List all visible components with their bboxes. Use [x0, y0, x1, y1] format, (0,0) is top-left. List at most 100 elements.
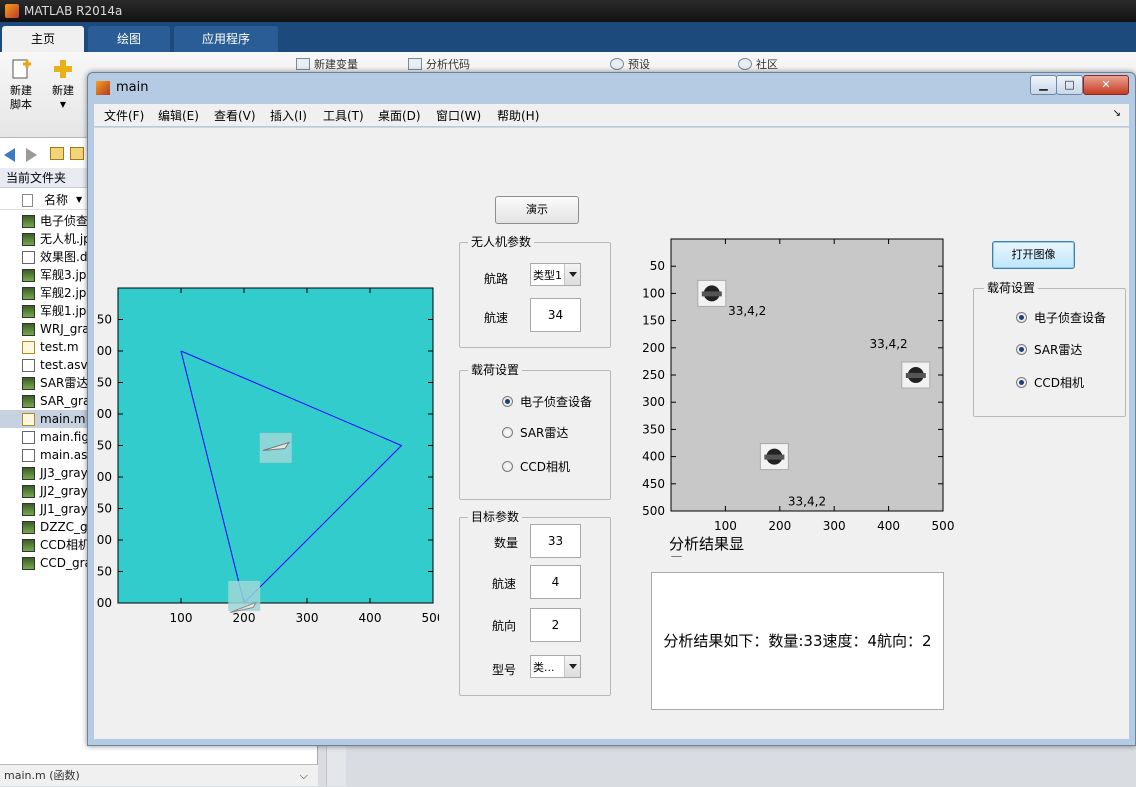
analysis-title: 分析结果显示: — [669, 535, 745, 557]
dock-arrow-icon[interactable]: ↘ — [1113, 108, 1121, 119]
radio-dot-icon — [502, 461, 513, 472]
new-variable-button[interactable]: 新建变量 — [296, 58, 358, 72]
minimize-button[interactable]: ▁ — [1030, 75, 1057, 95]
y-tick-label: 50 — [650, 259, 665, 273]
payload-panel: 载荷设置 电子侦查设备 SAR雷达 CCD相机 — [459, 362, 611, 500]
radio-ccd-camera[interactable]: CCD相机 — [502, 460, 570, 474]
analysis-result-box: 分析结果如下：数量:33速度：4航向：2 — [651, 572, 944, 710]
name-column-label: 名称 — [44, 193, 69, 207]
menu-desktop[interactable]: 桌面(D) — [378, 107, 421, 124]
file-item-label: JJ3_gray — [40, 466, 88, 480]
close-button[interactable]: ✕ — [1083, 75, 1129, 95]
heading-field[interactable]: 2 — [530, 608, 581, 642]
figure-title-bar[interactable]: main ▁ □ ✕ — [88, 73, 1135, 103]
open-image-button[interactable]: 打开图像 — [992, 241, 1075, 269]
new-script-button[interactable]: 新建 脚本 — [4, 58, 38, 112]
file-item-label: 电子侦查 — [40, 214, 89, 228]
tab-plots[interactable]: 绘图 — [88, 26, 170, 52]
x-tick-label: 300 — [296, 611, 319, 625]
radio-sar-radar-right-label: SAR雷达 — [1034, 343, 1083, 357]
route-axes[interactable]: 100 200 300 400 500 50 00 50 00 50 00 50 00 50 00 — [94, 268, 439, 628]
target-params-panel: 目标参数 数量 33 航速 4 航向 2 型号 类... — [459, 509, 611, 696]
demo-button[interactable]: 演示 — [495, 196, 579, 224]
target-annotation: 33,4,2 — [788, 495, 826, 509]
radio-electronic-recon[interactable]: 电子侦查设备 — [502, 395, 592, 409]
image-file-icon — [22, 323, 35, 336]
file-item-label: 军舰3.jp — [40, 268, 87, 282]
file-type-icon — [22, 194, 33, 207]
type-popup[interactable]: 类... — [530, 655, 581, 678]
tab-home[interactable]: 主页 — [2, 26, 84, 52]
image-file-icon — [22, 539, 35, 552]
chevron-down-icon[interactable] — [564, 264, 580, 285]
uav-panel-title: 无人机参数 — [468, 234, 535, 250]
details-bar[interactable]: main.m (函数) ⌵ — [0, 764, 318, 786]
gear-icon — [610, 58, 624, 70]
browse-folder-icon[interactable] — [70, 147, 84, 160]
preferences-button[interactable]: 预设 — [610, 58, 650, 72]
menu-view[interactable]: 查看(V) — [214, 107, 256, 124]
details-label: main.m (函数) — [4, 769, 80, 782]
count-label: 数量 — [494, 536, 519, 550]
count-field[interactable]: 33 — [530, 524, 581, 558]
matlab-title: MATLAB R2014a — [24, 4, 123, 18]
route-popup[interactable]: 类型1 — [530, 263, 581, 286]
thumb-object-bar — [764, 454, 785, 460]
y-tick-label: 50 — [97, 439, 112, 453]
menu-insert[interactable]: 插入(I) — [270, 107, 307, 124]
y-tick-label: 150 — [642, 314, 665, 328]
figure-client-area: 100 200 300 400 500 50 00 50 00 50 00 50 00 50 00 演示 无… — [94, 127, 1129, 739]
analyze-code-label: 分析代码 — [426, 58, 470, 71]
image-file-icon — [22, 287, 35, 300]
image-file-icon — [22, 557, 35, 570]
file-item-label: DZZC_gr — [40, 520, 93, 534]
x-tick-label: 500 — [932, 519, 955, 533]
radio-electronic-recon-right[interactable]: 电子侦查设备 — [1016, 311, 1106, 325]
figure-file-icon — [22, 431, 35, 444]
text-file-icon — [22, 449, 35, 462]
new-label: 新建 — [52, 84, 74, 97]
y-tick-label: 450 — [642, 477, 665, 491]
target-speed-field[interactable]: 4 — [530, 565, 581, 599]
menu-edit[interactable]: 编辑(E) — [158, 107, 199, 124]
radio-dot-icon — [502, 427, 513, 438]
maximize-button[interactable]: □ — [1056, 75, 1083, 95]
menu-tools[interactable]: 工具(T) — [323, 107, 364, 124]
radio-electronic-recon-right-label: 电子侦查设备 — [1034, 311, 1107, 325]
radio-ccd-camera-right[interactable]: CCD相机 — [1016, 376, 1084, 390]
uav-speed-label: 航速 — [484, 311, 509, 325]
chevron-down-icon[interactable] — [564, 656, 580, 677]
file-item-label: JJ1_gray — [40, 502, 88, 516]
file-item-label: 军舰2.jp — [40, 286, 87, 300]
analyze-code-button[interactable]: 分析代码 — [408, 58, 470, 72]
menu-help[interactable]: 帮助(H) — [497, 107, 539, 124]
forward-arrow-icon[interactable] — [26, 148, 37, 162]
figure-menubar: 文件(F) 编辑(E) 查看(V) 插入(I) 工具(T) 桌面(D) 窗口(W… — [94, 104, 1129, 126]
ship-image-icon — [259, 432, 292, 463]
radio-sar-radar-label: SAR雷达 — [520, 426, 569, 440]
menu-file[interactable]: 文件(F) — [104, 107, 144, 124]
chevron-down-icon[interactable]: ⌵ — [300, 765, 308, 787]
radio-sar-radar-right[interactable]: SAR雷达 — [1016, 343, 1082, 357]
target-thumbnail-icon — [901, 361, 931, 389]
ship-image-icon — [228, 580, 261, 613]
tab-apps[interactable]: 应用程序 — [174, 26, 278, 52]
doc-file-icon — [22, 251, 35, 264]
type-label: 型号 — [492, 663, 517, 677]
route-popup-value: 类型1 — [533, 269, 562, 282]
uav-speed-field[interactable]: 34 — [530, 298, 581, 332]
radio-dot-icon — [1016, 344, 1027, 355]
up-folder-icon[interactable] — [50, 147, 64, 160]
detection-axes[interactable]: 100 200 300 400 500 50 100 150 200 250 300 350 400 45… — [634, 232, 964, 534]
file-item-label: CCD_gra — [40, 556, 92, 570]
image-file-icon — [22, 521, 35, 534]
new-button[interactable]: 新建 ▼ — [46, 58, 80, 112]
file-item-label: 军舰1.jp — [40, 304, 87, 318]
x-tick-label: 400 — [359, 611, 382, 625]
radio-sar-radar[interactable]: SAR雷达 — [502, 426, 568, 440]
menu-window[interactable]: 窗口(W) — [436, 107, 481, 124]
image-file-icon — [22, 269, 35, 282]
file-item-label: main.fig — [40, 430, 89, 444]
back-arrow-icon[interactable] — [4, 148, 15, 162]
community-button[interactable]: 社区 — [738, 58, 778, 72]
